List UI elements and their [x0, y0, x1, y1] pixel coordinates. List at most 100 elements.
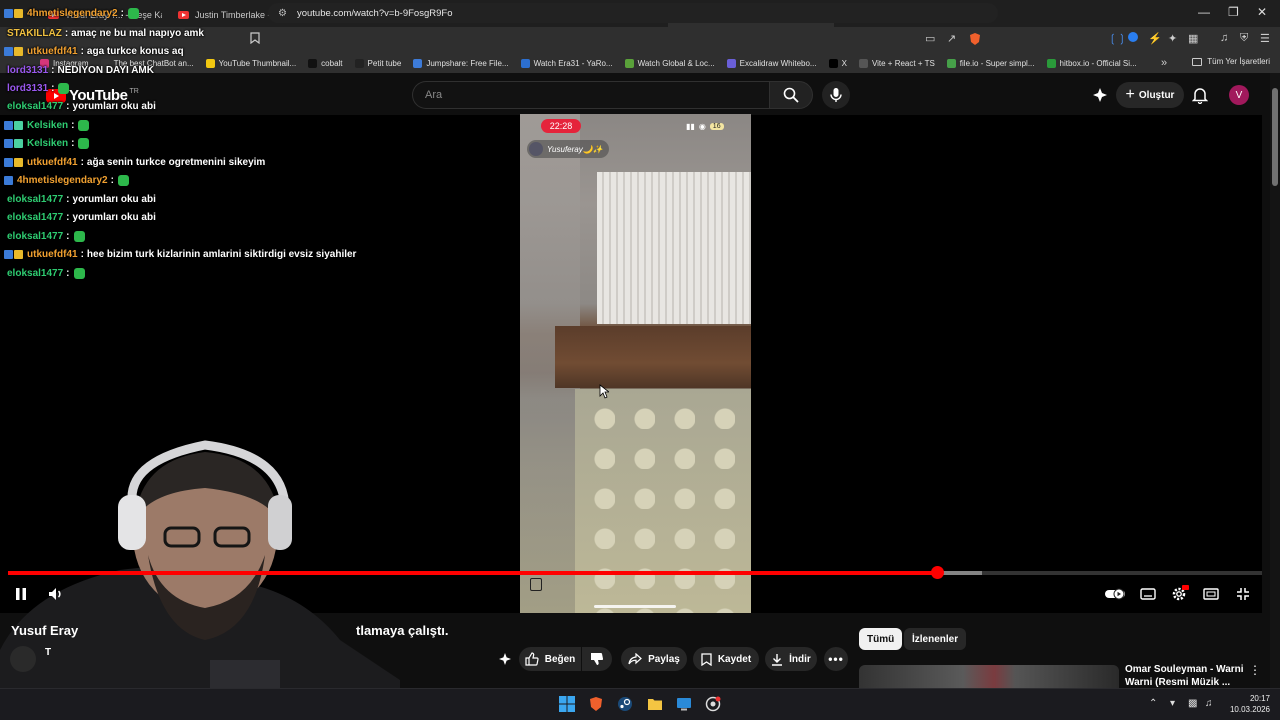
- bookmark-item[interactable]: X: [828, 58, 847, 68]
- chat-separator: :: [66, 194, 70, 205]
- share-button[interactable]: Paylaş: [621, 647, 687, 671]
- fullscreen-button[interactable]: [1234, 586, 1252, 602]
- bookmark-item[interactable]: hitbox.io - Official Si...: [1046, 58, 1137, 68]
- more-actions-button[interactable]: •••: [824, 647, 848, 671]
- bookmark-item[interactable]: Excalidraw Whitebo...: [726, 58, 817, 68]
- remote-desktop-icon[interactable]: [675, 696, 693, 712]
- bookmark-favicon-icon: [726, 58, 736, 68]
- chat-separator: :: [66, 101, 70, 112]
- signal-icon: ▮▮: [686, 122, 695, 131]
- tiktok-user-pill: Yusuferay🌙✨: [527, 140, 609, 158]
- theater-icon: [1203, 588, 1219, 600]
- minimize-icon[interactable]: —: [1198, 5, 1210, 19]
- search-button[interactable]: [769, 81, 813, 109]
- chat-text: aga turkce konus aq: [86, 46, 184, 57]
- vpn-extension-icon[interactable]: [1128, 32, 1138, 45]
- chat-text: amaç ne bu mal napıyo amk: [71, 28, 204, 39]
- create-button[interactable]: + Oluştur: [1116, 82, 1184, 108]
- bookmark-label: Jumpshare: Free File...: [426, 58, 509, 68]
- account-avatar[interactable]: V: [1229, 85, 1249, 105]
- pause-button[interactable]: [12, 586, 30, 602]
- chat-message: utkuefdf41: aga turkce konus aq: [4, 46, 184, 57]
- chat-badge-icon: [4, 121, 13, 130]
- download-button[interactable]: İndir: [765, 647, 817, 671]
- audio-extension-icon[interactable]: ❲❳: [1108, 32, 1126, 45]
- chat-message: Kelsiken:: [4, 120, 90, 131]
- extensions-icon[interactable]: ✦: [1168, 32, 1177, 45]
- chip-all[interactable]: Tümü: [859, 628, 903, 650]
- progress-bar[interactable]: [8, 566, 1262, 579]
- bookmark-item[interactable]: YouTube Thumbnail...: [205, 58, 296, 68]
- brave-browser-icon[interactable]: [587, 696, 605, 712]
- tray-overflow-icon[interactable]: ⌃: [1149, 698, 1157, 709]
- volume-button[interactable]: [46, 586, 66, 602]
- bookmark-favicon-icon: [624, 58, 634, 68]
- address-bar[interactable]: ⚙ youtube.com/watch?v=b-9FosgR9Fo: [268, 3, 998, 23]
- menu-icon[interactable]: ☰: [1260, 32, 1270, 45]
- recommendation-more-icon[interactable]: ⋮: [1249, 663, 1261, 677]
- share-icon: [628, 653, 643, 665]
- bookmark-item[interactable]: file.io - Super simpl...: [946, 58, 1035, 68]
- site-settings-icon[interactable]: ⚙: [278, 8, 287, 19]
- bookmark-favicon-icon: [520, 58, 530, 68]
- windows-start-icon[interactable]: [558, 696, 576, 712]
- chat-badge-icon: [4, 250, 13, 259]
- chat-separator: :: [51, 83, 55, 94]
- bookmark-item[interactable]: Watch Era31 - YaRo...: [520, 58, 613, 68]
- folder-icon: [1192, 57, 1203, 66]
- close-window-icon[interactable]: ✕: [1257, 5, 1267, 19]
- file-explorer-icon[interactable]: [646, 696, 664, 712]
- brave-shield-icon[interactable]: [968, 32, 982, 49]
- autoplay-toggle[interactable]: [1104, 586, 1126, 602]
- thumbs-up-icon: [525, 652, 539, 666]
- recording-app-icon[interactable]: [704, 696, 722, 712]
- bookmark-favicon-icon: [828, 58, 838, 68]
- steam-icon[interactable]: [616, 696, 634, 712]
- media-icon[interactable]: ♫: [1220, 32, 1228, 44]
- bookmark-item[interactable]: Vite + React + TS: [858, 58, 935, 68]
- ask-ai-button[interactable]: [496, 647, 514, 671]
- bookmark-label: X: [841, 58, 847, 68]
- tray-mic-icon[interactable]: ▾: [1170, 698, 1175, 709]
- lightning-extension-icon[interactable]: ⚡: [1148, 32, 1162, 45]
- bookmark-item[interactable]: Watch Global & Loc...: [624, 58, 715, 68]
- tray-volume-icon[interactable]: ♫: [1205, 698, 1213, 709]
- bookmark-item[interactable]: Jumpshare: Free File...: [413, 58, 509, 68]
- chat-separator: :: [80, 46, 84, 57]
- taskbar-clock[interactable]: 20:17 10.03.2026: [1222, 693, 1270, 715]
- notifications-bell-icon[interactable]: [1191, 86, 1209, 109]
- channel-name[interactable]: T: [45, 647, 51, 658]
- bookmark-label: file.io - Super simpl...: [959, 58, 1035, 68]
- shield-icon[interactable]: ⛨: [1240, 32, 1248, 45]
- bookmark-label: Excalidraw Whitebo...: [739, 58, 817, 68]
- all-bookmarks-folder[interactable]: Tüm Yer İşaretleri: [1192, 57, 1270, 66]
- chip-watched[interactable]: İzlenenler: [904, 628, 967, 650]
- bookmark-page-icon[interactable]: [250, 32, 260, 47]
- share-page-icon[interactable]: ↗: [947, 32, 956, 45]
- search-input[interactable]: Ara: [412, 81, 770, 109]
- save-label: Kaydet: [717, 653, 752, 665]
- page-scrollbar-thumb[interactable]: [1272, 88, 1278, 186]
- subtitles-button[interactable]: [1139, 586, 1157, 602]
- volume-icon: [49, 588, 61, 600]
- theater-mode-button[interactable]: [1202, 586, 1220, 602]
- gemini-sparkle-icon[interactable]: [1092, 87, 1108, 108]
- cast-icon[interactable]: ▭: [925, 32, 935, 45]
- bookmark-label: cobalt: [321, 58, 343, 68]
- chat-message: eloksal1477: yorumları oku abi: [4, 194, 156, 205]
- recommendation-title[interactable]: Omar Souleyman - Warni Warni (Resmi Müzi…: [1125, 663, 1245, 689]
- voice-search-button[interactable]: [822, 81, 850, 109]
- maximize-icon[interactable]: ❐: [1228, 5, 1239, 19]
- chat-badge-icon: [14, 47, 23, 56]
- save-button[interactable]: Kaydet: [693, 647, 759, 671]
- tray-network-icon[interactable]: ▩: [1188, 698, 1197, 709]
- bookmark-item[interactable]: Petit tube: [354, 58, 401, 68]
- dislike-button[interactable]: [582, 647, 612, 671]
- settings-button[interactable]: [1170, 585, 1189, 602]
- channel-avatar[interactable]: [10, 646, 36, 672]
- sidebar-toggle-icon[interactable]: ▦: [1188, 32, 1198, 45]
- bookmark-item[interactable]: cobalt: [308, 58, 343, 68]
- like-button[interactable]: Beğen: [519, 647, 581, 671]
- progress-played: [8, 571, 938, 575]
- more-bookmarks-icon[interactable]: »: [1161, 57, 1167, 69]
